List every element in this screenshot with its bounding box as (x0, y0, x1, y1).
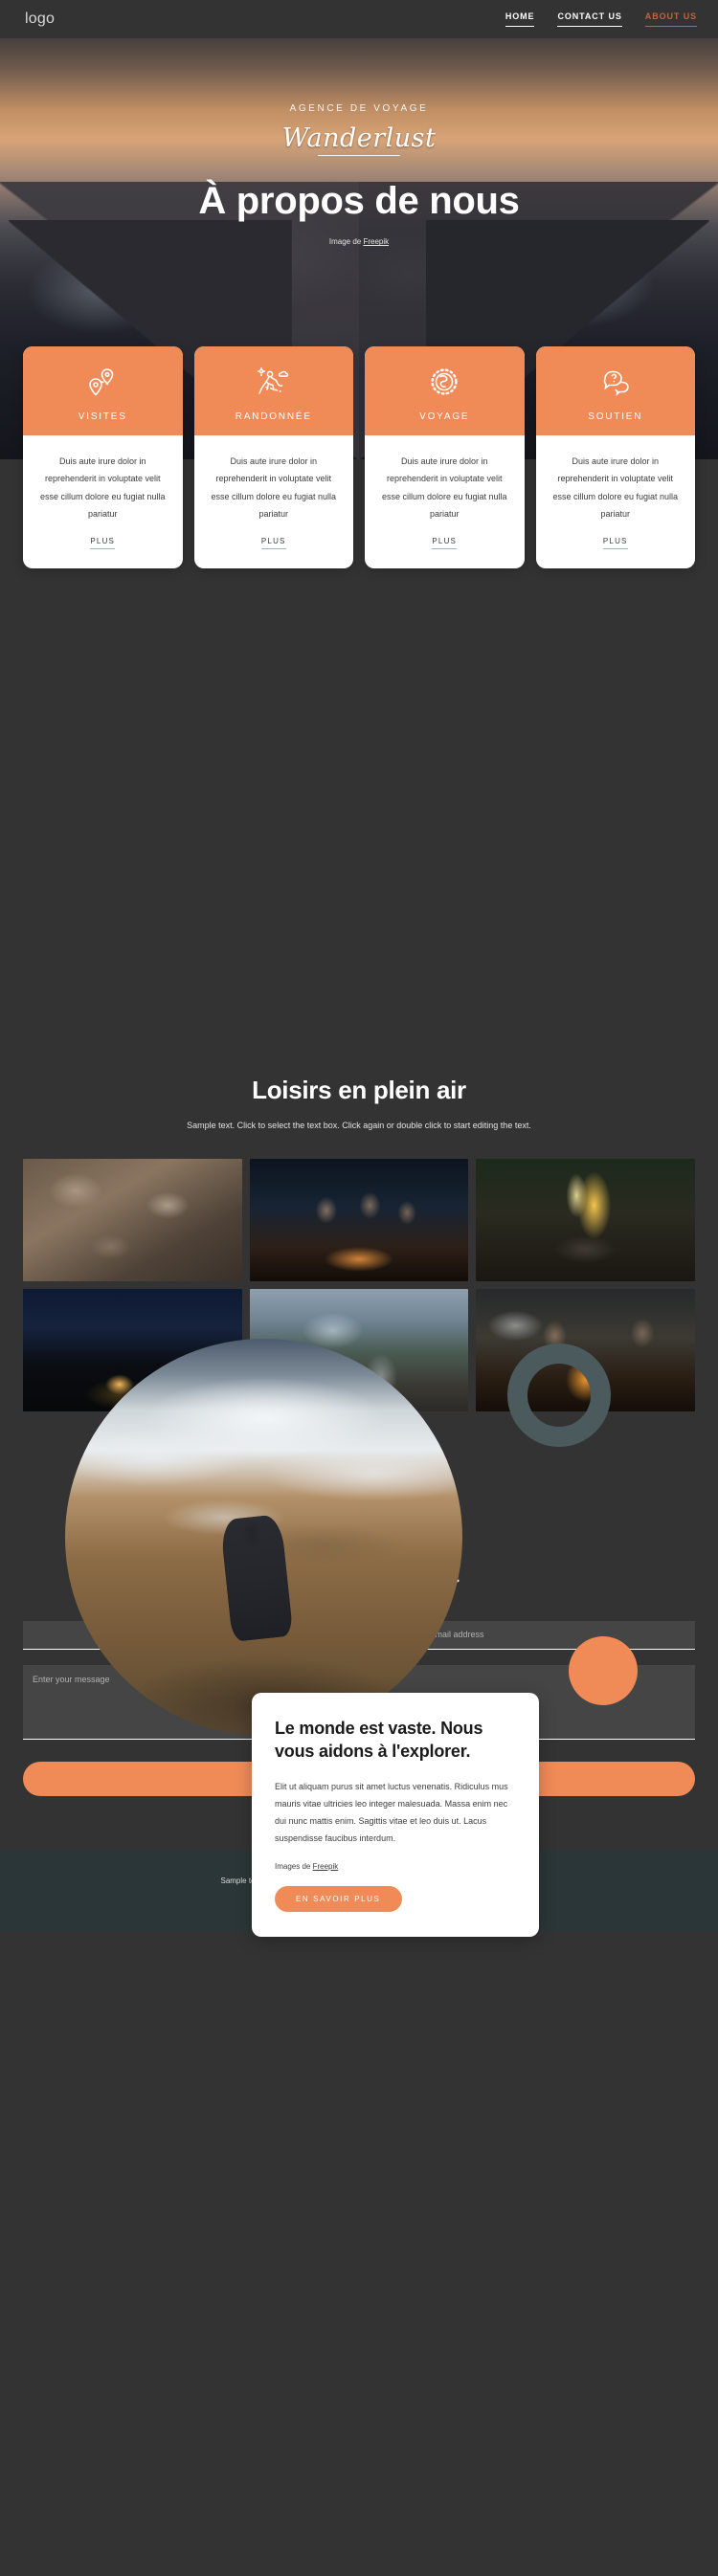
service-card-body: Duis aute irure dolor in reprehenderit i… (365, 435, 525, 568)
hero-script-flourish (318, 155, 400, 156)
hero-credit-prefix: Image de (328, 237, 364, 247)
service-card-randonnee: RANDONNÉE Duis aute irure dolor in repre… (193, 346, 354, 568)
service-card-body: Duis aute irure dolor in reprehenderit i… (536, 435, 696, 568)
service-card-text: Duis aute irure dolor in reprehenderit i… (211, 456, 337, 520)
gallery-image-1[interactable] (23, 1158, 242, 1281)
learn-more-button[interactable]: EN SAVOIR PLUS (275, 1885, 402, 1912)
feature-circular-photo (65, 1338, 462, 1736)
service-card-title: SOUTIEN (588, 411, 643, 422)
page-root: logo HOME CONTACT US ABOUT US AGENCE DE … (0, 0, 718, 1937)
hero-credit-link[interactable]: Freepik (363, 237, 389, 246)
feature-title: Le monde est vaste. Nous vous aidons à l… (275, 1718, 483, 1761)
hero-eyebrow: AGENCE DE VOYAGE (289, 103, 429, 114)
service-card-body: Duis aute irure dolor in reprehenderit i… (194, 435, 354, 568)
gallery-subtitle: Sample text. Click to select the text bo… (187, 1120, 531, 1130)
feature-text: Elit ut aliquam purus sit amet luctus ve… (275, 1781, 508, 1843)
nav-link-home[interactable]: HOME (505, 11, 535, 27)
nav-links: HOME CONTACT US ABOUT US (505, 11, 697, 27)
service-card-title: RANDONNÉE (235, 411, 312, 422)
service-card-header: SOUTIEN (535, 346, 695, 435)
route-pins-icon (31, 364, 175, 400)
nav-link-contact-us[interactable]: CONTACT US (557, 11, 622, 27)
service-card-title: VISITES (78, 411, 127, 422)
service-card-more-link[interactable]: PLUS (602, 537, 628, 549)
service-card-title: VOYAGE (419, 411, 470, 422)
gallery-image-2[interactable] (249, 1158, 469, 1281)
service-card-text: Duis aute irure dolor in reprehenderit i… (552, 456, 679, 520)
site-logo[interactable]: logo (25, 11, 55, 28)
service-card-header: VOYAGE (365, 346, 525, 435)
gallery-title: Loisirs en plein air (252, 1075, 466, 1104)
hero-script-logo: Wanderlust (281, 123, 437, 153)
support-chat-icon (544, 364, 688, 400)
service-card-text: Duis aute irure dolor in reprehenderit i… (381, 456, 507, 520)
feature-section: Le monde est vaste. Nous vous aidons à l… (0, 568, 718, 1937)
service-cards: VISITES Duis aute irure dolor in reprehe… (0, 346, 718, 568)
feature-image-credit: Images de Freepik (275, 1862, 516, 1871)
service-card-visites: VISITES Duis aute irure dolor in reprehe… (23, 346, 183, 568)
service-card-more-link[interactable]: PLUS (260, 537, 286, 549)
service-card-text: Duis aute irure dolor in reprehenderit i… (39, 456, 166, 520)
service-card-voyage: VOYAGE Duis aute irure dolor in reprehen… (365, 346, 525, 568)
top-navigation-bar: logo HOME CONTACT US ABOUT US (0, 0, 718, 38)
hero-content: AGENCE DE VOYAGE Wanderlust À propos de … (0, 38, 718, 246)
service-card-header: VISITES (23, 346, 183, 435)
service-card-soutien: SOUTIEN Duis aute irure dolor in reprehe… (535, 346, 696, 568)
page-title: À propos de nous (198, 180, 520, 222)
gallery-image-3[interactable] (476, 1158, 695, 1281)
feature-card: Le monde est vaste. Nous vous aidons à l… (252, 1692, 539, 1937)
decorative-ring (507, 1343, 611, 1447)
decorative-circle (569, 1635, 638, 1705)
service-card-body: Duis aute irure dolor in reprehenderit i… (23, 435, 183, 568)
feature-credit-link[interactable]: Freepik (313, 1862, 339, 1871)
globe-icon (372, 364, 517, 400)
feature-credit-prefix: Images de (275, 1861, 313, 1871)
service-card-more-link[interactable]: PLUS (432, 537, 458, 549)
hero-image-credit: Image de Freepik (0, 237, 718, 246)
nav-link-about-us[interactable]: ABOUT US (644, 11, 697, 27)
service-card-more-link[interactable]: PLUS (90, 537, 116, 549)
service-card-header: RANDONNÉE (193, 346, 353, 435)
hiker-icon (202, 364, 347, 400)
